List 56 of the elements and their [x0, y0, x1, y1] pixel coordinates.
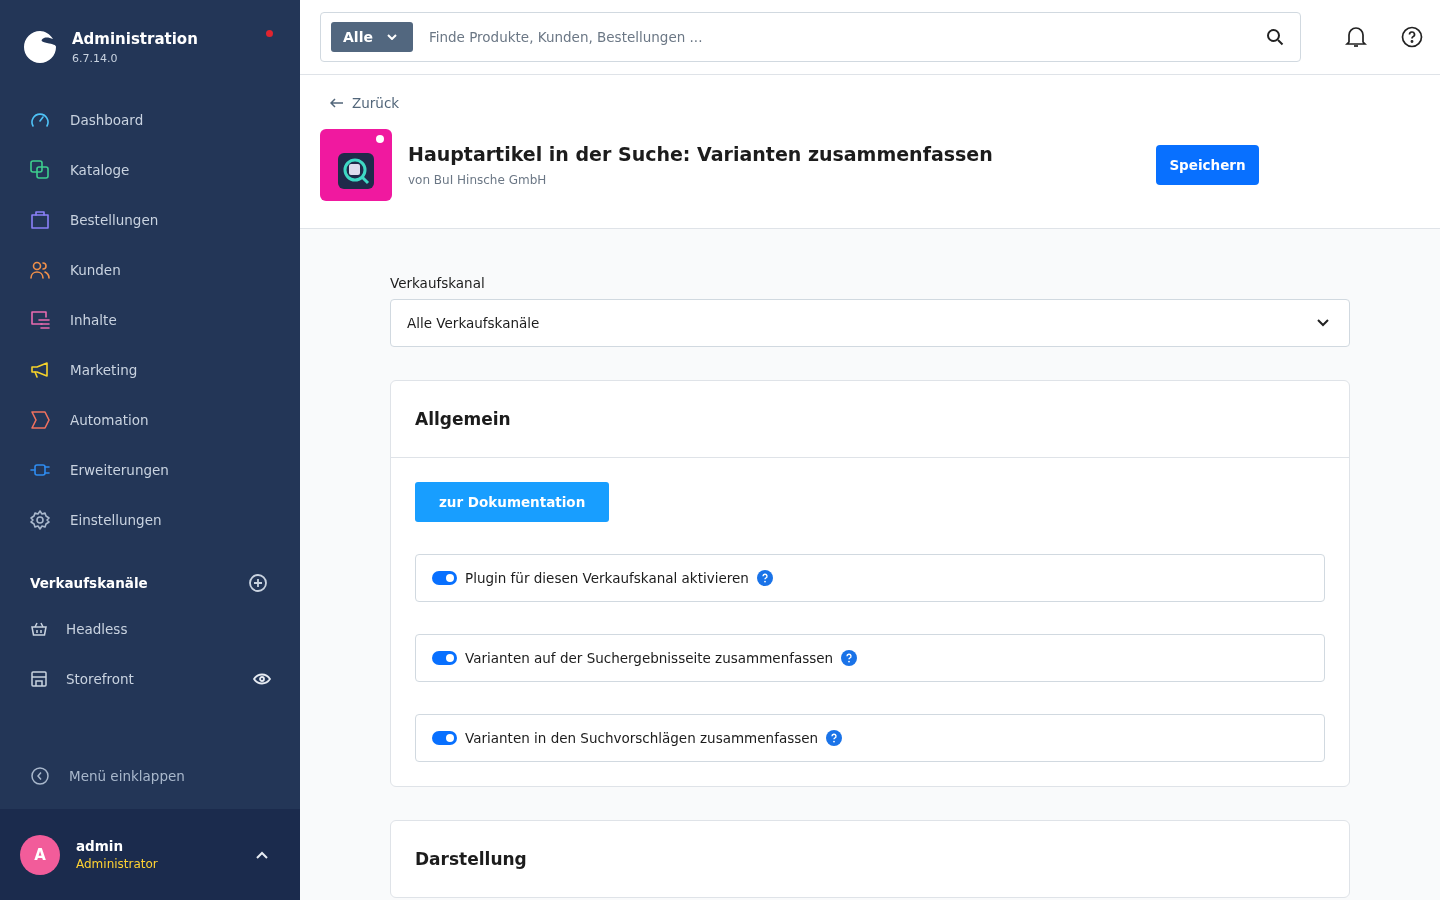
- user-panel[interactable]: A admin Administrator: [0, 809, 300, 900]
- caret-icon: [386, 34, 397, 40]
- list-icon: [29, 309, 51, 331]
- app-title: Administration: [72, 29, 198, 48]
- logo-icon: [22, 29, 58, 65]
- caret-icon: [1317, 319, 1329, 327]
- store-icon: [30, 670, 48, 688]
- nav-item[interactable]: Bestellungen: [0, 195, 300, 245]
- sales-channel-select[interactable]: Alle Verkaufskanäle: [390, 299, 1350, 347]
- help-icon[interactable]: [1401, 26, 1423, 48]
- arrow-left-icon: [330, 98, 344, 108]
- page-title: Hauptartikel in der Suche: Varianten zusammenfassen: [408, 143, 994, 165]
- scope-dropdown[interactable]: Alle: [331, 22, 413, 52]
- squares-icon: [29, 159, 51, 181]
- basket-icon: [30, 620, 48, 638]
- section-heading: Verkaufskanäle: [30, 575, 148, 591]
- avatar: A: [20, 834, 60, 875]
- back-circle-icon: [31, 767, 49, 785]
- user-role: Administrator: [76, 857, 159, 871]
- toggle-switch[interactable]: [432, 651, 457, 665]
- nav-item[interactable]: Erweiterungen: [0, 445, 300, 495]
- card-title: Darstellung: [414, 848, 528, 871]
- channel-item[interactable]: Storefront: [30, 670, 134, 688]
- chevron-icon: [29, 409, 51, 431]
- nav-item[interactable]: Automation: [0, 395, 300, 445]
- user-name: admin: [76, 838, 125, 854]
- toggle-label: Varianten auf der Suchergebnisseite zusammenfassen: [465, 650, 834, 666]
- card-title: Allgemein: [391, 381, 1349, 458]
- nav-item[interactable]: Marketing: [0, 345, 300, 395]
- channel-item[interactable]: Headless: [30, 620, 128, 638]
- people-icon: [29, 259, 51, 281]
- search-icon[interactable]: [1266, 28, 1284, 46]
- save-button[interactable]: Speichern: [1156, 145, 1259, 185]
- nav-item[interactable]: Kataloge: [0, 145, 300, 195]
- nav-item[interactable]: Dashboard: [0, 95, 300, 145]
- bell-icon[interactable]: [1345, 25, 1367, 49]
- bag-icon: [29, 209, 51, 231]
- nav-item[interactable]: Kunden: [0, 245, 300, 295]
- eye-icon[interactable]: [253, 673, 271, 685]
- gear-icon: [29, 509, 51, 531]
- toggle-switch[interactable]: [432, 731, 457, 745]
- search-field[interactable]: Alle Finde Produkte, Kunden, Bestellungen ...: [320, 12, 1301, 62]
- back-link[interactable]: Zurück: [330, 95, 1440, 111]
- version-label: 6.7.14.0: [72, 51, 119, 65]
- toggle-label: Varianten in den Suchvorschlägen zusammenfassen: [465, 730, 819, 746]
- nav-item[interactable]: Einstellungen: [0, 495, 300, 545]
- caret-icon: [256, 850, 268, 859]
- nav-item[interactable]: Inhalte: [0, 295, 300, 345]
- add-icon[interactable]: [248, 573, 268, 593]
- vendor-label: von BuI Hinsche GmbH: [408, 173, 548, 187]
- plugin-logo-icon: [320, 129, 392, 201]
- field-label: Verkaufskanal: [390, 275, 486, 291]
- toggle-label: Plugin für diesen Verkaufskanal aktivieren: [465, 570, 749, 586]
- megaphone-icon: [29, 359, 51, 381]
- collapse-menu-button[interactable]: Menü einklappen: [0, 767, 300, 809]
- toggle-switch[interactable]: [432, 571, 457, 585]
